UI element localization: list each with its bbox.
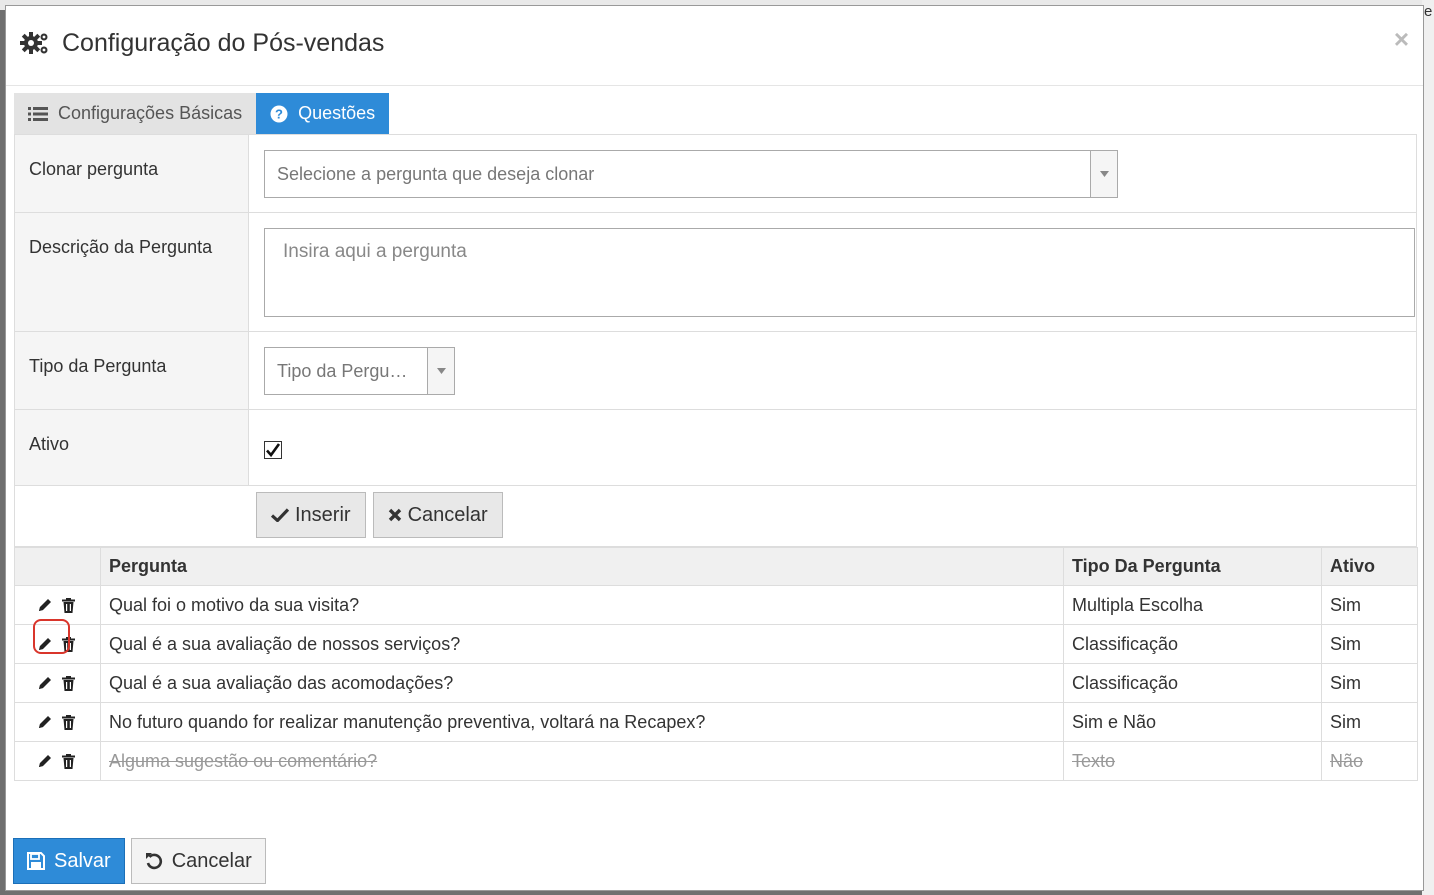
description-row: Descrição da Pergunta Insira aqui a perg… (15, 213, 1416, 332)
list-icon (28, 106, 48, 121)
questions-table-body: Qual foi o motivo da sua visita? Multipla… (14, 585, 1418, 781)
post-sales-config-modal: Configuração do Pós-vendas × Configuraçõ… (5, 5, 1424, 891)
insert-button-label: Inserir (295, 503, 351, 526)
description-value-cell: Insira aqui a pergunta (249, 213, 1416, 331)
modal-footer: Salvar Cancelar (13, 838, 266, 884)
trash-icon[interactable] (62, 753, 75, 769)
type-cell: Multipla Escolha (1063, 585, 1322, 625)
tab-basic-settings[interactable]: Configurações Básicas (14, 93, 257, 134)
table-row: Qual foi o motivo da sua visita? Multipla… (14, 585, 1418, 625)
active-cell: Não (1321, 741, 1418, 781)
cancel-button[interactable]: Cancelar (130, 838, 266, 884)
close-icon[interactable]: × (1394, 24, 1409, 55)
check-icon (271, 508, 289, 522)
save-button[interactable]: Salvar (13, 838, 125, 884)
highlight-marker (33, 619, 70, 654)
type-value-cell: Tipo da Pergu… (249, 332, 1416, 409)
header-type: Tipo Da Pergunta (1063, 547, 1322, 586)
type-select-placeholder: Tipo da Pergu… (277, 360, 408, 381)
x-icon (388, 508, 401, 522)
pencil-icon[interactable] (37, 753, 53, 769)
question-cell: Qual foi o motivo da sua visita? (100, 585, 1064, 625)
table-row: Alguma sugestão ou comentário? Texto Não (14, 741, 1418, 781)
description-textarea[interactable]: Insira aqui a pergunta (264, 228, 1415, 317)
clone-row: Clonar pergunta Selecione a pergunta que… (15, 135, 1416, 213)
description-label: Descrição da Pergunta (15, 213, 249, 331)
type-cell: Sim e Não (1063, 702, 1322, 742)
question-cell: Qual é a sua avaliação das acomodações? (100, 663, 1064, 703)
floppy-disk-icon (27, 852, 45, 870)
active-checkbox[interactable] (264, 441, 282, 459)
backdrop-edge-text: e (1424, 3, 1433, 20)
pencil-icon[interactable] (37, 714, 53, 730)
trash-icon[interactable] (62, 597, 75, 613)
row-actions (14, 702, 101, 742)
caret-down-icon[interactable] (1090, 151, 1117, 197)
table-row: No futuro quando for realizar manutenção… (14, 702, 1418, 742)
trash-icon[interactable] (62, 714, 75, 730)
clone-select-placeholder: Selecione a pergunta que deseja clonar (277, 163, 595, 184)
tab-questions[interactable]: ? Questões (256, 93, 390, 134)
header-question: Pergunta (100, 547, 1064, 586)
header-actions (14, 547, 101, 586)
question-form: Clonar pergunta Selecione a pergunta que… (14, 134, 1417, 547)
question-cell: No futuro quando for realizar manutenção… (100, 702, 1064, 742)
question-circle-icon: ? (270, 105, 288, 122)
type-label: Tipo da Pergunta (15, 332, 249, 409)
pencil-icon[interactable] (37, 675, 53, 691)
tab-basic-settings-label: Configurações Básicas (58, 103, 243, 123)
clone-label: Clonar pergunta (15, 135, 249, 212)
row-actions (14, 741, 101, 781)
question-type-select[interactable]: Tipo da Pergu… (264, 347, 455, 395)
active-row: Ativo (15, 410, 1416, 486)
cancel-insert-button-label: Cancelar (407, 503, 488, 526)
active-value-cell (249, 410, 1416, 485)
pencil-icon[interactable] (37, 597, 53, 613)
gears-icon (20, 32, 48, 54)
active-cell: Sim (1321, 585, 1418, 625)
question-cell: Qual é a sua avaliação de nossos serviço… (100, 624, 1064, 664)
type-cell: Texto (1063, 741, 1322, 781)
active-cell: Sim (1321, 663, 1418, 703)
tab-bar: Configurações Básicas ? Questões (14, 93, 390, 134)
table-header-row: Pergunta Tipo Da Pergunta Ativo (14, 547, 1418, 586)
table-row: Qual é a sua avaliação de nossos serviço… (14, 619, 1418, 664)
cancel-button-label: Cancelar (171, 849, 252, 872)
row-actions (14, 619, 101, 664)
type-cell: Classificação (1063, 624, 1322, 664)
trash-icon[interactable] (62, 675, 75, 691)
active-cell: Sim (1321, 624, 1418, 664)
active-label: Ativo (15, 410, 249, 485)
caret-down-icon[interactable] (427, 348, 454, 394)
modal-title: Configuração do Pós-vendas (20, 28, 384, 58)
check-icon (266, 443, 281, 458)
svg-text:?: ? (275, 106, 283, 121)
insert-button[interactable]: Inserir (256, 492, 366, 538)
clone-question-select[interactable]: Selecione a pergunta que deseja clonar (264, 150, 1118, 198)
tab-questions-label: Questões (298, 103, 376, 123)
clone-value-cell: Selecione a pergunta que deseja clonar (249, 135, 1416, 212)
table-row: Qual é a sua avaliação das acomodações? C… (14, 663, 1418, 703)
modal-title-text: Configuração do Pós-vendas (62, 28, 385, 57)
cancel-insert-button[interactable]: Cancelar (372, 492, 503, 538)
type-row: Tipo da Pergunta Tipo da Pergu… (15, 332, 1416, 410)
question-cell: Alguma sugestão ou comentário? (100, 741, 1064, 781)
undo-icon (145, 853, 162, 870)
form-actions: Inserir Cancelar (15, 486, 1416, 546)
type-cell: Classificação (1063, 663, 1322, 703)
active-cell: Sim (1321, 702, 1418, 742)
save-button-label: Salvar (54, 849, 111, 872)
row-actions (14, 663, 101, 703)
header-active: Ativo (1321, 547, 1418, 586)
questions-table: Pergunta Tipo Da Pergunta Ativo Qual foi… (14, 547, 1418, 781)
modal-header: Configuração do Pós-vendas × (6, 6, 1423, 86)
